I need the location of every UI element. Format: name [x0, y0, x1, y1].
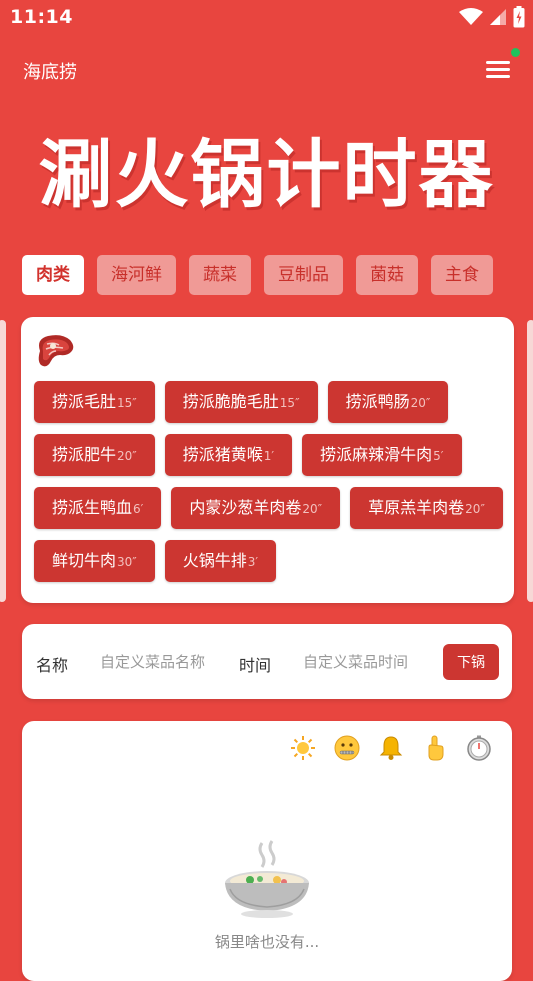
dish-name: 捞派肥牛 [52, 445, 117, 464]
dish-time: 6′ [133, 502, 144, 516]
stopwatch-icon[interactable] [466, 735, 492, 761]
dish-item[interactable]: 捞派麻辣滑牛肉5′ [302, 434, 462, 476]
dish-time: 20″ [465, 502, 485, 516]
dish-item[interactable]: 捞派生鸭血6′ [34, 487, 162, 529]
dish-time: 20″ [117, 449, 137, 463]
notification-dot [511, 48, 520, 57]
category-tabs: 肉类 海河鲜 蔬菜 豆制品 菌菇 主食 [22, 255, 493, 295]
signal-icon [490, 9, 506, 25]
dish-name: 捞派猪黄喉 [182, 445, 263, 464]
dish-time: 1′ [263, 449, 275, 463]
tab-meat[interactable]: 肉类 [22, 255, 84, 295]
wifi-icon [459, 8, 483, 25]
dish-item[interactable]: 内蒙沙葱羊肉卷20″ [171, 487, 341, 529]
status-bar: 11:14 [0, 0, 533, 36]
bell-icon[interactable] [378, 735, 404, 761]
zipper-mouth-icon[interactable] [334, 735, 360, 761]
dish-menu-card: 捞派毛肚15″ 捞派脆脆毛肚15″ 捞派鸭肠20″ 捞派肥牛20″ 捞派猪黄喉1… [21, 317, 514, 603]
pointing-hand-icon[interactable] [422, 735, 448, 761]
dish-time: 30″ [117, 555, 137, 569]
pot-toolbar [290, 735, 492, 761]
next-page-peek [527, 320, 533, 602]
tab-staples[interactable]: 主食 [431, 255, 493, 295]
tab-vegetables[interactable]: 蔬菜 [189, 255, 251, 295]
dish-item[interactable]: 捞派猪黄喉1′ [164, 434, 293, 476]
status-icons [459, 6, 525, 28]
dish-time: 5′ [433, 449, 444, 463]
custom-dish-card: 名称 时间 下锅 [22, 624, 512, 699]
dish-name: 火锅牛排 [182, 551, 247, 570]
pot-card: 锅里啥也没有... [22, 721, 512, 981]
dish-name: 捞派生鸭血 [52, 498, 133, 517]
sun-icon[interactable] [290, 735, 316, 761]
steak-icon [38, 335, 74, 367]
dish-time-input[interactable] [303, 646, 433, 678]
dish-time: 3′ [247, 555, 259, 569]
dish-name: 内蒙沙葱羊肉卷 [189, 498, 302, 517]
dish-item[interactable]: 捞派毛肚15″ [34, 381, 155, 423]
dish-item[interactable]: 火锅牛排3′ [164, 540, 277, 582]
app-bar: 海底捞 [0, 50, 533, 90]
app-title: 海底捞 [23, 62, 77, 83]
dish-time: 15″ [279, 396, 300, 410]
menu-icon-line [486, 68, 510, 71]
dish-name: 草原羔羊肉卷 [368, 498, 465, 517]
menu-button[interactable] [484, 56, 512, 82]
dish-item[interactable]: 捞派肥牛20″ [34, 434, 155, 476]
dish-item[interactable]: 捞派鸭肠20″ [327, 381, 449, 423]
dish-name: 捞派麻辣滑牛肉 [320, 445, 433, 464]
menu-icon-line [486, 75, 510, 78]
dish-time: 20″ [302, 502, 323, 516]
tab-seafood[interactable]: 海河鲜 [97, 255, 176, 295]
dish-name-input[interactable] [100, 646, 230, 678]
dish-name: 捞派毛肚 [52, 392, 117, 411]
dish-name: 捞派鸭肠 [345, 392, 410, 411]
dish-name: 捞派脆脆毛肚 [182, 392, 279, 411]
prev-page-peek [0, 320, 6, 602]
dish-item[interactable]: 草原羔羊肉卷20″ [350, 487, 503, 529]
empty-pot-icon [225, 840, 309, 918]
status-time: 11:14 [10, 6, 73, 28]
menu-icon [486, 61, 510, 64]
time-label: 时间 [239, 656, 272, 675]
dish-time: 20″ [410, 396, 431, 410]
tab-mushrooms[interactable]: 菌菇 [356, 255, 418, 295]
dish-item[interactable]: 鲜切牛肉30″ [34, 540, 155, 582]
tab-tofu[interactable]: 豆制品 [264, 255, 343, 295]
dish-item[interactable]: 捞派脆脆毛肚15″ [164, 381, 318, 423]
name-label: 名称 [36, 656, 69, 675]
dish-time: 15″ [117, 396, 137, 410]
hero-title: 涮火锅计时器 [38, 132, 495, 218]
add-to-pot-button[interactable]: 下锅 [443, 644, 499, 680]
battery-icon [513, 6, 525, 28]
dish-name: 鲜切牛肉 [52, 551, 117, 570]
dish-list: 捞派毛肚15″ 捞派脆脆毛肚15″ 捞派鸭肠20″ 捞派肥牛20″ 捞派猪黄喉1… [34, 381, 504, 582]
